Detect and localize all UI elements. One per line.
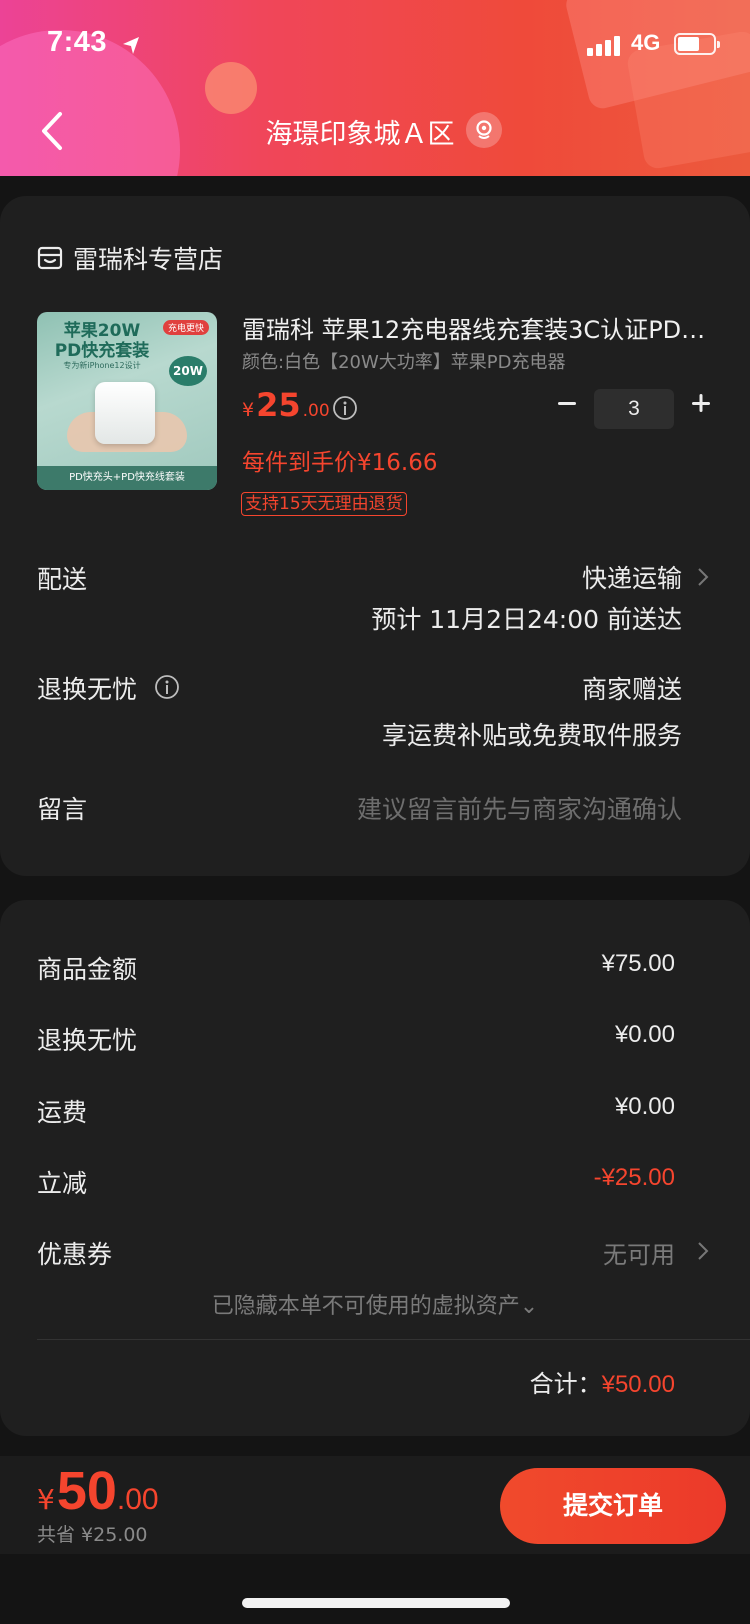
return-service-value: 商家赠送 [581,675,682,704]
shipping-method[interactable]: 快递运输 [582,559,682,595]
total-value: ¥50.00 [601,1371,675,1398]
status-time: 7:43 [47,26,108,58]
return-service-label: 退换无忧 [37,675,138,704]
hidden-assets-toggle[interactable]: 已隐藏本单不可使用的虚拟资产⌄ [0,1288,750,1320]
summary-label-discount: 立减 [37,1169,88,1198]
coupon-label: 优惠券 [37,1240,113,1269]
charger-illustration [95,382,155,444]
network-type: 4G [631,30,661,55]
decrease-quantity-button[interactable] [556,392,578,414]
product-image-badge: 充电更快 [163,320,210,335]
payable-amount: ¥ 50 .00 [37,1460,159,1522]
shipping-label: 配送 [37,565,88,594]
home-indicator[interactable] [242,1598,510,1608]
product-image[interactable]: 苹果20W PD快充套装 专为新iPhone12设计 充电更快 20W PD快充… [37,312,217,490]
product-spec[interactable]: 颜色:白色【20W大功率】苹果PD充电器 [242,348,565,374]
summary-value-goods: ¥75.00 [601,950,675,977]
increase-quantity-button[interactable] [690,392,712,414]
product-image-watt: 20W [169,356,207,386]
coupon-value[interactable]: 无可用 [603,1235,675,1270]
return-service-desc: 享运费补贴或免费取件服务 [381,721,682,750]
divider [37,1339,750,1340]
pay-price-integer: 50 [56,1461,117,1521]
battery-icon [674,33,720,55]
summary-value-shipping: ¥0.00 [614,1093,675,1120]
chevron-right-icon[interactable] [696,566,710,588]
order-total: 合计：¥50.00 [530,1364,675,1399]
product-image-footer: PD快充头+PD快充线套装 [37,466,217,490]
location-pin-icon[interactable] [466,112,502,148]
unit-final-price: 每件到手价¥16.66 [242,450,438,476]
message-label: 留言 [37,795,88,824]
status-bar: 7:43 4G [0,0,750,90]
page-title[interactable]: 海璟印象城Ａ区 [0,112,750,151]
price-integer: 25 [256,386,301,424]
price-decimal: .00 [302,401,330,421]
header-banner: 7:43 4G 海璟印象城Ａ区 [0,0,750,176]
pay-price-symbol: ¥ [37,1483,55,1516]
submit-order-button[interactable]: 提交订单 [500,1468,726,1544]
store-header[interactable]: 雷瑞科专营店 [37,240,223,276]
product-title[interactable]: 雷瑞科 苹果12充电器线充套装3C认证PD快充 [242,310,712,345]
pay-price-decimal: .00 [116,1483,159,1516]
signal-icon [587,34,623,56]
summary-label-return: 退换无忧 [37,1026,138,1055]
shipping-eta: 预计 11月2日24:00 前送达 [371,605,682,634]
product-price: ¥ 25 .00 [242,386,330,424]
location-arrow-icon [123,37,139,54]
summary-label-shipping: 运费 [37,1098,88,1127]
product-image-text: 专为新iPhone12设计 [63,361,141,370]
product-image-text: PD快充套装 [54,341,150,361]
message-input[interactable]: 建议留言前先与商家沟通确认 [357,790,682,826]
summary-value-discount: -¥25.00 [593,1164,675,1191]
total-label: 合计： [529,1370,602,1398]
return-policy-tag: 支持15天无理由退货 [241,492,407,516]
quantity-field[interactable]: 3 [594,389,674,429]
saved-amount: 共省 ¥25.00 [37,1524,148,1546]
order-item-card: 雷瑞科专营店 苹果20W PD快充套装 专为新iPhone12设计 充电更快 2… [0,196,750,876]
return-info-icon[interactable] [154,674,180,700]
store-icon [37,246,63,270]
summary-label-goods: 商品金额 [37,955,138,984]
summary-value-return: ¥0.00 [614,1021,675,1048]
price-symbol: ¥ [242,399,255,421]
price-info-icon[interactable] [332,395,358,421]
store-name: 雷瑞科专营店 [73,245,224,274]
chevron-right-icon[interactable] [696,1240,710,1262]
